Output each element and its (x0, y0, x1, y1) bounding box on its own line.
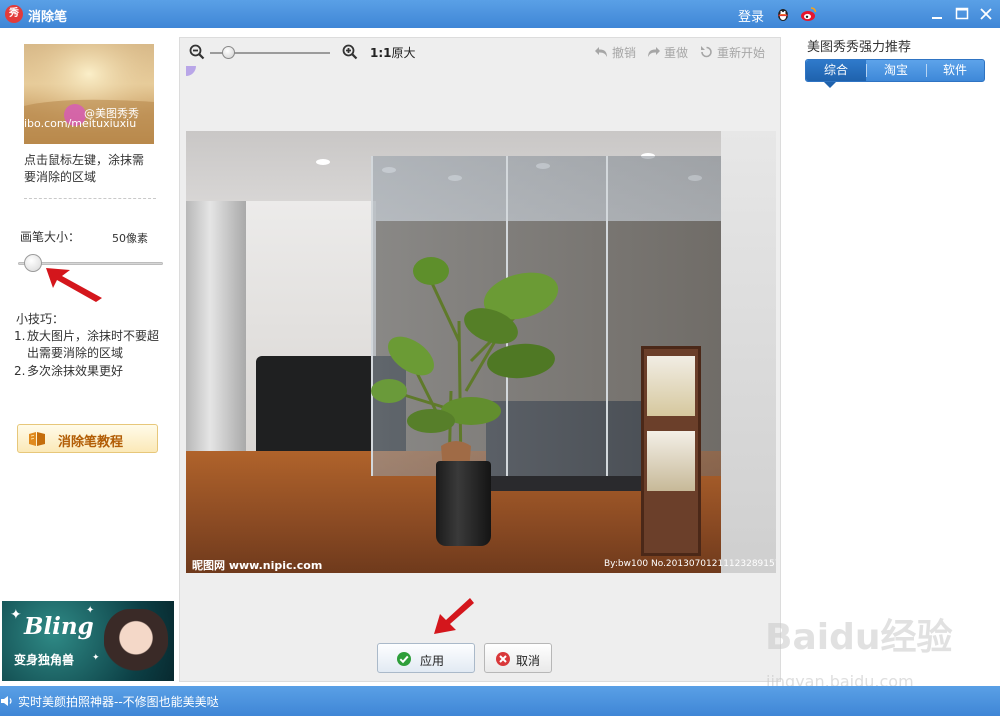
tutorial-label: 消除笔教程 (58, 435, 124, 450)
photo-curtain (186, 201, 246, 481)
hint-item: 1. 放大图片，涂抹时不要超出需要消除的区域 (14, 328, 164, 362)
sparkle-icon: ✦ (10, 607, 22, 623)
minimize-icon[interactable] (928, 5, 946, 23)
bling-ad-banner[interactable]: ✦ ✦ ✦ Bling 变身独角兽 (2, 601, 174, 681)
preview-thumbnail: @美图秀秀 ibo.com/meituxiuxiu (24, 44, 154, 144)
zoom-in-icon[interactable] (342, 44, 358, 60)
apply-label: 应用 (420, 654, 445, 668)
maximize-icon[interactable] (953, 5, 971, 23)
hint-item: 2. 多次涂抹效果更好 (14, 363, 164, 380)
thumbnail-watermark-bottom: ibo.com/meituxiuxiu (24, 117, 137, 130)
apply-button[interactable]: 应用 (377, 643, 475, 673)
tab-general[interactable]: 综合 (806, 60, 866, 81)
ad-title: Bling (24, 613, 94, 640)
hint-number: 1. (14, 329, 26, 343)
brush-size-slider-handle[interactable] (23, 254, 42, 272)
magazine (647, 356, 695, 416)
redo-button[interactable]: 重做 (646, 44, 688, 61)
instruction-text: 点击鼠标左键，涂抹需要消除的区域 (24, 153, 145, 184)
undo-icon (595, 47, 607, 57)
eraser-tutorial-button[interactable]: 消除笔教程 (17, 424, 158, 453)
hint-text: 放大图片，涂抹时不要超出需要消除的区域 (27, 329, 160, 360)
recommend-tabs: 综合 淘宝 软件 (805, 59, 985, 82)
recommend-title: 美图秀秀强力推荐 (807, 40, 912, 55)
window-title: 消除笔 (28, 10, 68, 25)
ceiling-light (316, 159, 330, 165)
sparkle-icon: ✦ (92, 653, 100, 663)
close-icon[interactable] (977, 5, 995, 23)
baidu-watermark: Baidu经验 (765, 617, 953, 658)
undo-button[interactable]: 撤销 (594, 44, 636, 61)
brush-size-value: 50像素 (112, 232, 148, 245)
cancel-button[interactable]: 取消 (484, 643, 552, 673)
tab-taobao[interactable]: 淘宝 (866, 60, 926, 81)
speaker-icon (1, 696, 12, 706)
check-icon (397, 652, 411, 666)
original-size-label: 原大 (391, 46, 416, 60)
photo-right-wall (721, 131, 776, 573)
photo-watermark-left: 昵图网 www.nipic.com (192, 559, 323, 572)
cancel-label: 取消 (516, 654, 541, 668)
photo-watermark-right: By:bw100 No.20130701211123289157 (604, 559, 776, 569)
photo-canvas[interactable]: 昵图网 www.nipic.com By:bw100 No.2013070121… (186, 131, 776, 573)
zoom-slider-handle[interactable] (222, 46, 235, 59)
left-panel: @美图秀秀 ibo.com/meituxiuxiu 点击鼠标左键，涂抹需要消除的… (0, 28, 178, 686)
status-bar: 实时美颜拍照神器--不修图也能美美哒 (0, 686, 1000, 716)
photo-flowerpot (436, 461, 491, 546)
red-arrow-annotation (46, 268, 102, 302)
app-logo-icon: 秀 (5, 5, 23, 23)
login-link[interactable]: 登录 (738, 6, 764, 25)
hint-number: 2. (14, 364, 26, 378)
ad-text: 变身独角兽 (14, 653, 75, 667)
divider (24, 198, 156, 199)
photo-plant (371, 257, 559, 471)
hint-text: 多次涂抹效果更好 (27, 364, 124, 378)
restart-button[interactable]: 重新开始 (699, 44, 765, 61)
glass-frame (606, 156, 608, 476)
editor-panel: 1:1原大 撤销 重做 重新开始 昵图网 www.nipic.com By:bw… (179, 37, 781, 682)
magazine (647, 431, 695, 491)
brush-size-label: 画笔大小： (20, 230, 81, 244)
cancel-icon (496, 652, 510, 666)
red-arrow-annotation (434, 598, 474, 634)
original-size-button[interactable]: 1:1原大 (370, 44, 416, 61)
weibo-icon[interactable] (800, 6, 817, 22)
hints-list: 1. 放大图片，涂抹时不要超出需要消除的区域 2. 多次涂抹效果更好 (14, 328, 164, 381)
zoom-out-icon[interactable] (189, 44, 205, 60)
tab-software[interactable]: 软件 (925, 60, 985, 81)
book-icon (29, 432, 45, 446)
hints-title: 小技巧： (16, 312, 65, 326)
redo-icon (648, 47, 660, 57)
recommend-panel: 美图秀秀强力推荐 综合 淘宝 软件 (782, 28, 1000, 686)
restart-icon (701, 46, 712, 58)
qq-penguin-icon[interactable] (775, 6, 791, 22)
original-size-ratio: 1:1 (370, 46, 392, 60)
title-bar: 秀 消除笔 登录 (0, 0, 1000, 28)
status-promo-link[interactable]: 实时美颜拍照神器--不修图也能美美哒 (18, 693, 219, 710)
ad-portrait (104, 609, 168, 681)
active-tab-pointer (824, 82, 836, 88)
corner-marker (186, 66, 196, 76)
